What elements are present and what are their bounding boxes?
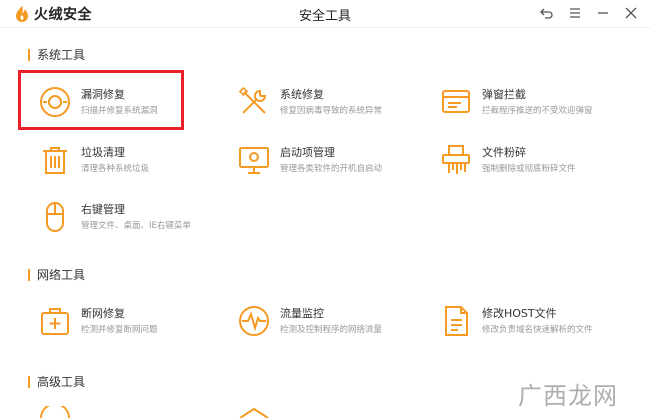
partial-tool-icon <box>239 407 269 418</box>
tool-system-repair[interactable]: 系统修复 修复因病毒导致的系统异常 <box>237 85 437 123</box>
first-aid-kit-icon <box>38 304 72 338</box>
tool-popup-block[interactable]: 弹窗拦截 拦截程序推送的不受欢迎弹窗 <box>439 85 639 123</box>
partial-tool-icon <box>40 406 70 418</box>
tool-desc: 修复因病毒导致的系统异常 <box>280 106 383 116</box>
popup-window-icon <box>439 85 473 119</box>
tool-context-menu-manager[interactable]: 右键管理 管理文件、桌面、IE右键菜单 <box>38 200 238 238</box>
host-file-icon <box>439 304 473 338</box>
minimize-icon[interactable] <box>594 4 612 22</box>
section-marker <box>28 375 30 388</box>
tool-desc: 管理各类软件的开机自启动 <box>280 164 383 174</box>
monitor-startup-icon <box>237 143 271 177</box>
title-bar: 火绒安全 安全工具 <box>0 0 650 28</box>
trash-bin-icon <box>38 143 72 177</box>
section-network-tools: 网络工具 <box>28 266 85 283</box>
tool-desc: 检测并修复断网问题 <box>81 325 158 335</box>
tool-desc: 强制删除或彻底粉碎文件 <box>482 164 576 174</box>
tool-startup-manager[interactable]: 启动项管理 管理各类软件的开机自启动 <box>237 143 437 181</box>
tool-file-shredder[interactable]: 文件粉碎 强制删除或彻底粉碎文件 <box>439 143 639 181</box>
section-advanced-tools: 高级工具 <box>28 373 85 390</box>
wrench-screwdriver-icon <box>237 85 271 119</box>
shredder-icon <box>439 143 473 177</box>
section-title: 系统工具 <box>37 48 86 62</box>
section-marker <box>28 268 30 281</box>
tool-network-repair[interactable]: 断网修复 检测并修复断网问题 <box>38 304 238 342</box>
tool-name: 修改HOST文件 <box>482 307 557 320</box>
watermark: 广西龙网 <box>518 382 618 410</box>
tool-desc: 检测及控制程序的网络流量 <box>280 325 383 335</box>
section-title: 高级工具 <box>37 375 86 389</box>
menu-icon[interactable] <box>566 4 584 22</box>
tool-name: 流量监控 <box>280 307 324 320</box>
tool-junk-clean[interactable]: 垃圾清理 清理各种系统垃圾 <box>38 143 238 181</box>
tool-desc: 拦截程序推送的不受欢迎弹窗 <box>482 106 593 116</box>
close-icon[interactable] <box>622 4 640 22</box>
tool-name: 启动项管理 <box>280 146 335 159</box>
section-system-tools: 系统工具 <box>28 46 85 63</box>
tool-name: 弹窗拦截 <box>482 88 526 101</box>
tool-name: 右键管理 <box>81 203 125 216</box>
section-marker <box>28 48 30 61</box>
tool-desc: 修改负责域名快速解析的文件 <box>482 325 593 335</box>
highlight-box <box>18 70 184 130</box>
tool-desc: 清理各种系统垃圾 <box>81 164 150 174</box>
tool-modify-host-file[interactable]: 修改HOST文件 修改负责域名快速解析的文件 <box>439 304 639 342</box>
tool-name: 系统修复 <box>280 88 324 101</box>
tool-traffic-monitor[interactable]: 流量监控 检测及控制程序的网络流量 <box>237 304 437 342</box>
tool-desc: 管理文件、桌面、IE右键菜单 <box>81 221 191 231</box>
section-title: 网络工具 <box>37 268 86 282</box>
tool-name: 断网修复 <box>81 307 125 320</box>
back-icon[interactable] <box>538 4 556 22</box>
traffic-pulse-icon <box>237 304 271 338</box>
tool-name: 垃圾清理 <box>81 146 125 159</box>
tool-name: 文件粉碎 <box>482 146 526 159</box>
mouse-icon <box>38 200 72 234</box>
